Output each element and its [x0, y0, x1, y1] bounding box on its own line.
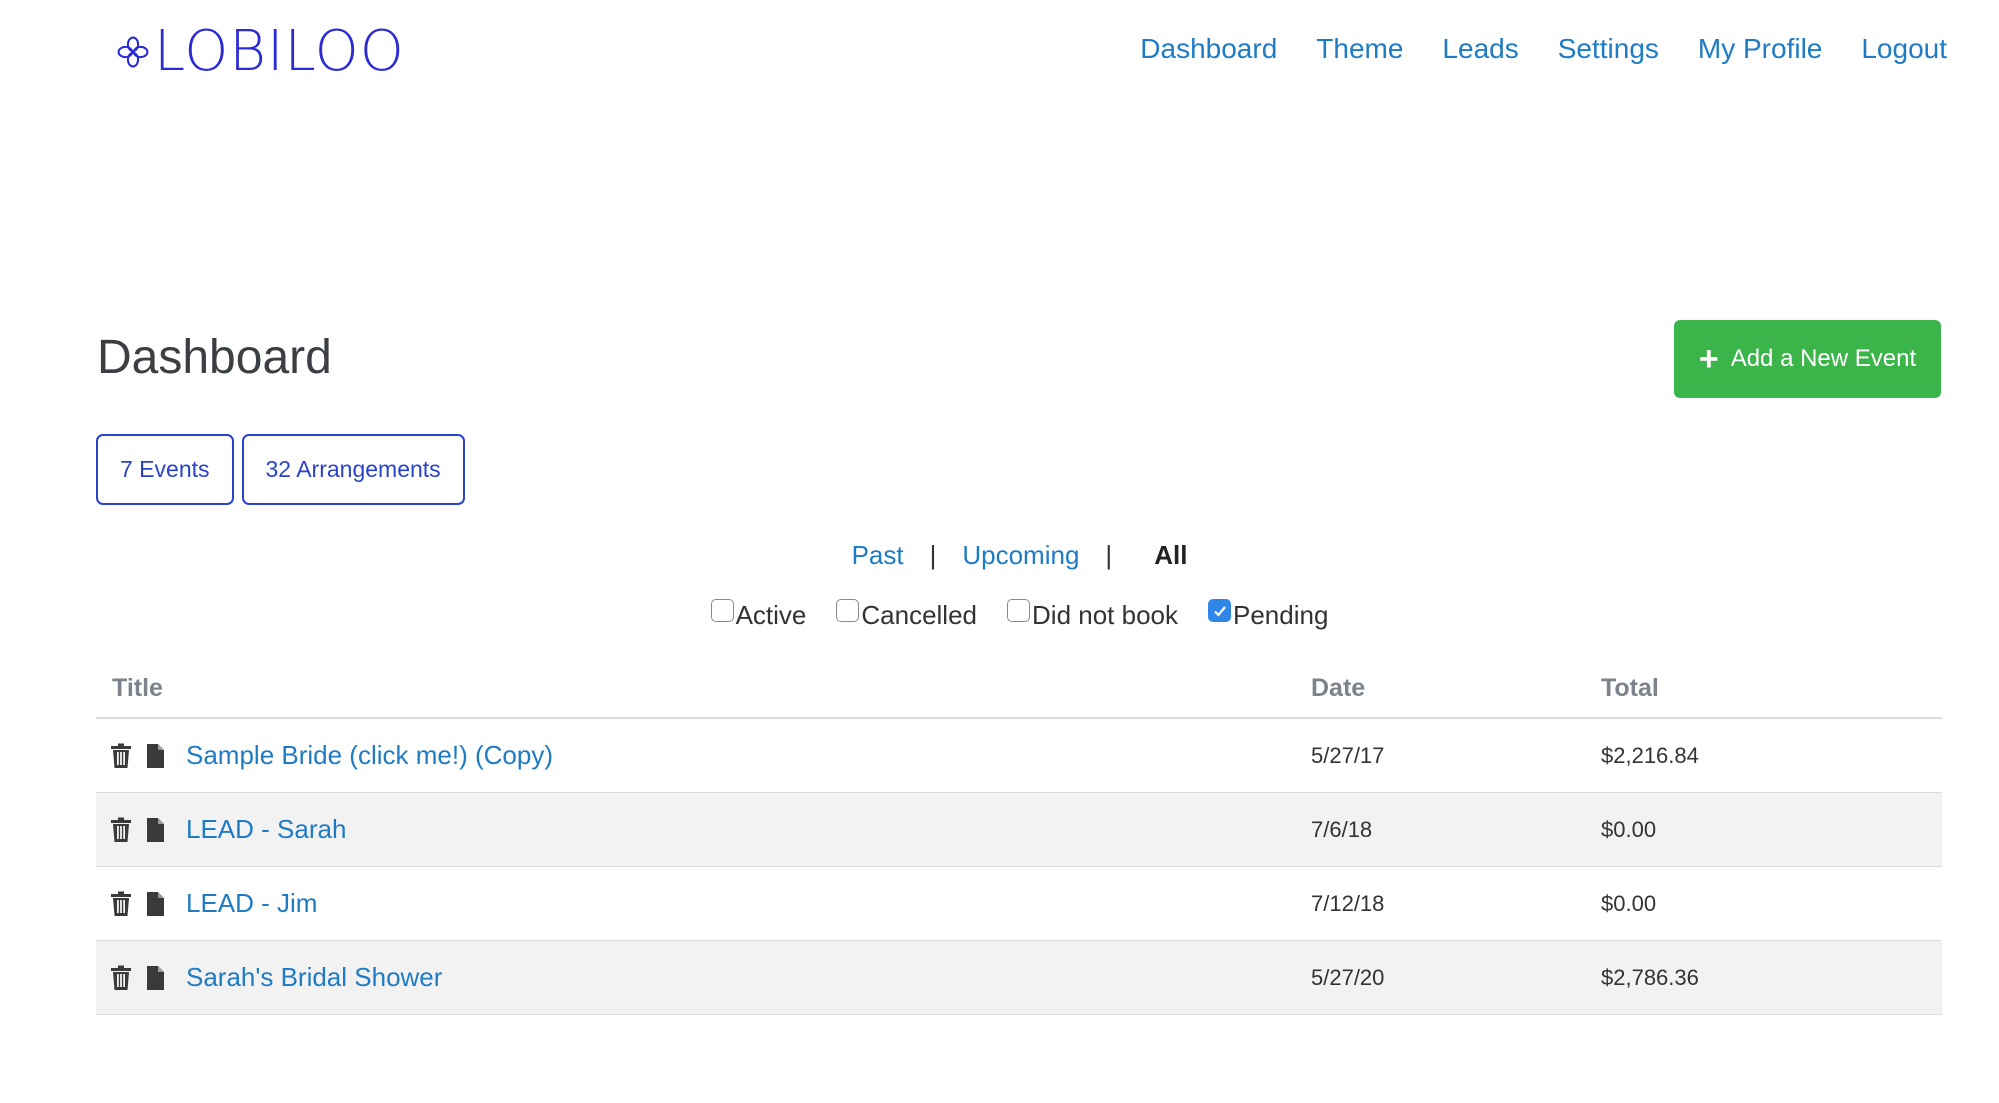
checkmark-icon [1213, 605, 1226, 617]
status-pending-option[interactable]: Pending [1208, 596, 1328, 634]
arrangements-count-chip[interactable]: 32 Arrangements [241, 434, 465, 505]
row-date: 7/6/18 [1311, 816, 1373, 842]
event-title-link[interactable]: LEAD - Jim [186, 888, 317, 919]
status-filter: Active Cancelled Did not book Pending [0, 596, 1999, 634]
row-date: 7/12/18 [1311, 890, 1385, 916]
row-title-cell: LEAD - Sarah [96, 814, 1311, 845]
row-total: $0.00 [1601, 816, 1657, 842]
document-icon[interactable] [140, 963, 170, 993]
time-filter: Past | Upcoming | All [0, 540, 1999, 571]
nav-leads[interactable]: Leads [1442, 30, 1518, 68]
separator: | [929, 540, 937, 570]
status-cancelled-option[interactable]: Cancelled [836, 596, 977, 634]
trash-icon[interactable] [106, 963, 136, 993]
row-title-cell: Sarah's Bridal Shower [96, 962, 1311, 993]
document-icon[interactable] [140, 815, 170, 845]
app-root: LOBILOO Dashboard Theme Leads Settings M… [0, 0, 1999, 1103]
page-title: Dashboard [97, 331, 332, 384]
table-row: LEAD - Sarah 7/6/18 $0.00 [96, 793, 1942, 867]
brand-logo[interactable]: LOBILOO [116, 24, 405, 80]
separator: | [1105, 540, 1113, 570]
event-title-link[interactable]: Sample Bride (click me!) (Copy) [186, 740, 553, 771]
table-body: Sample Bride (click me!) (Copy) 5/27/17 … [96, 719, 1942, 1015]
plus-icon: + [1698, 340, 1719, 378]
row-title-cell: LEAD - Jim [96, 888, 1311, 919]
brand-name: LOBILOO [154, 19, 405, 84]
event-title-link[interactable]: Sarah's Bridal Shower [186, 962, 442, 993]
document-icon[interactable] [140, 741, 170, 771]
row-total: $0.00 [1601, 890, 1657, 916]
filter-all-active[interactable]: All [1154, 540, 1187, 571]
events-count-chip[interactable]: 7 Events [96, 434, 234, 505]
nav-my-profile[interactable]: My Profile [1698, 30, 1822, 68]
trash-icon[interactable] [106, 889, 136, 919]
nav-dashboard[interactable]: Dashboard [1140, 30, 1277, 68]
summary-chips: 7 Events 32 Arrangements [96, 434, 465, 505]
table-row: LEAD - Jim 7/12/18 $0.00 [96, 867, 1942, 941]
filter-upcoming-link[interactable]: Upcoming [962, 540, 1079, 571]
active-checkbox[interactable] [710, 599, 734, 622]
trash-icon[interactable] [106, 741, 136, 771]
pending-label: Pending [1233, 600, 1329, 630]
nav-settings[interactable]: Settings [1558, 30, 1659, 68]
document-icon[interactable] [140, 889, 170, 919]
add-new-event-button[interactable]: + Add a New Event [1674, 320, 1941, 398]
event-title-link[interactable]: LEAD - Sarah [186, 814, 346, 845]
trash-icon[interactable] [106, 815, 136, 845]
main-nav: Dashboard Theme Leads Settings My Profil… [1101, 30, 1947, 68]
active-label: Active [735, 600, 807, 630]
nav-theme[interactable]: Theme [1316, 30, 1403, 68]
did-not-book-label: Did not book [1032, 600, 1178, 630]
row-date: 5/27/20 [1311, 964, 1385, 990]
nav-logout[interactable]: Logout [1861, 30, 1947, 68]
cancelled-label: Cancelled [861, 600, 978, 630]
did-not-book-checkbox[interactable] [1007, 599, 1031, 622]
header-total[interactable]: Total [1601, 674, 1942, 703]
header-title[interactable]: Title [96, 674, 1311, 703]
top-header: LOBILOO Dashboard Theme Leads Settings M… [0, 0, 1999, 100]
events-table: Title Date Total Sample Bride (click me!… [96, 660, 1942, 1015]
table-row: Sample Bride (click me!) (Copy) 5/27/17 … [96, 719, 1942, 793]
header-date[interactable]: Date [1311, 674, 1601, 703]
flower-logo-icon [117, 36, 149, 68]
status-active-option[interactable]: Active [710, 596, 807, 634]
row-date: 5/27/17 [1311, 742, 1385, 768]
row-total: $2,216.84 [1601, 742, 1699, 768]
cancelled-checkbox[interactable] [836, 599, 860, 622]
table-header: Title Date Total [96, 660, 1942, 719]
pending-checkbox[interactable] [1208, 599, 1231, 622]
table-row: Sarah's Bridal Shower 5/27/20 $2,786.36 [96, 941, 1942, 1015]
filter-past-link[interactable]: Past [852, 540, 904, 571]
add-new-event-label: Add a New Event [1730, 345, 1917, 372]
row-total: $2,786.36 [1601, 964, 1699, 990]
status-did-not-book-option[interactable]: Did not book [1007, 596, 1178, 634]
row-title-cell: Sample Bride (click me!) (Copy) [96, 740, 1311, 771]
